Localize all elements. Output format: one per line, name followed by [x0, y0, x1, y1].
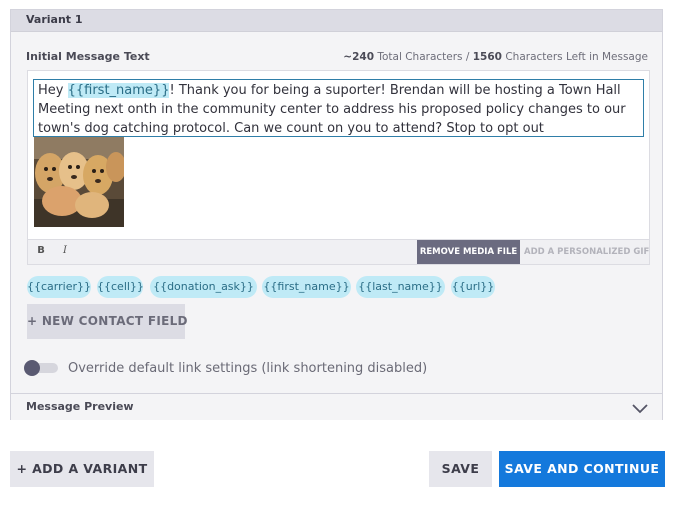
- add-personalized-gif-button[interactable]: ADD A PERSONALIZED GIF: [524, 240, 649, 264]
- media-attachment-image: [34, 137, 124, 227]
- toggle-knob: [24, 360, 40, 376]
- message-text-start: Hey: [38, 83, 68, 98]
- bold-button[interactable]: B: [34, 245, 48, 256]
- chevron-down-icon[interactable]: [632, 399, 648, 414]
- link-settings-label: Override default link settings (link sho…: [68, 361, 428, 376]
- link-settings-toggle[interactable]: [24, 360, 58, 376]
- contact-field-cell[interactable]: {{cell}}: [97, 276, 144, 298]
- italic-button[interactable]: I: [58, 245, 72, 256]
- total-characters-label: Total Characters /: [377, 51, 470, 63]
- editor-toolbar: B I REMOVE MEDIA FILE ADD A PERSONALIZED…: [28, 239, 649, 264]
- characters-left-label: Characters Left in Message: [505, 51, 648, 63]
- remove-media-file-button[interactable]: REMOVE MEDIA FILE: [417, 240, 520, 264]
- variant-header: Variant 1: [11, 10, 662, 32]
- contact-field-carrier[interactable]: {{carrier}}: [27, 276, 91, 298]
- message-label: Initial Message Text: [26, 50, 150, 63]
- contact-field-donation-ask[interactable]: {{donation_ask}}: [150, 276, 257, 298]
- message-text-input[interactable]: Hey {{first_name}}! Thank you for being …: [33, 79, 644, 137]
- message-editor: Hey {{first_name}}! Thank you for being …: [27, 70, 650, 265]
- add-variant-button[interactable]: + ADD A VARIANT: [10, 451, 154, 487]
- total-characters: ~240: [343, 51, 375, 63]
- save-and-continue-button[interactable]: SAVE AND CONTINUE: [499, 451, 665, 487]
- new-contact-field-button[interactable]: + NEW CONTACT FIELD: [27, 304, 188, 339]
- variant-title: Variant 1: [26, 13, 83, 26]
- message-preview-label: Message Preview: [26, 400, 134, 413]
- first-name-token: {{first_name}}: [67, 83, 170, 98]
- characters-left: 1560: [472, 51, 502, 63]
- contact-field-url[interactable]: {{url}}: [451, 276, 495, 298]
- character-count: ~240 Total Characters / 1560 Characters …: [343, 51, 648, 63]
- contact-field-last-name[interactable]: {{last_name}}: [356, 276, 445, 298]
- variant-panel: Variant 1 Initial Message Text ~240 Tota…: [10, 9, 663, 420]
- message-preview-bar[interactable]: Message Preview: [11, 393, 662, 420]
- contact-field-first-name[interactable]: {{first_name}}: [262, 276, 351, 298]
- save-button[interactable]: SAVE: [429, 451, 492, 487]
